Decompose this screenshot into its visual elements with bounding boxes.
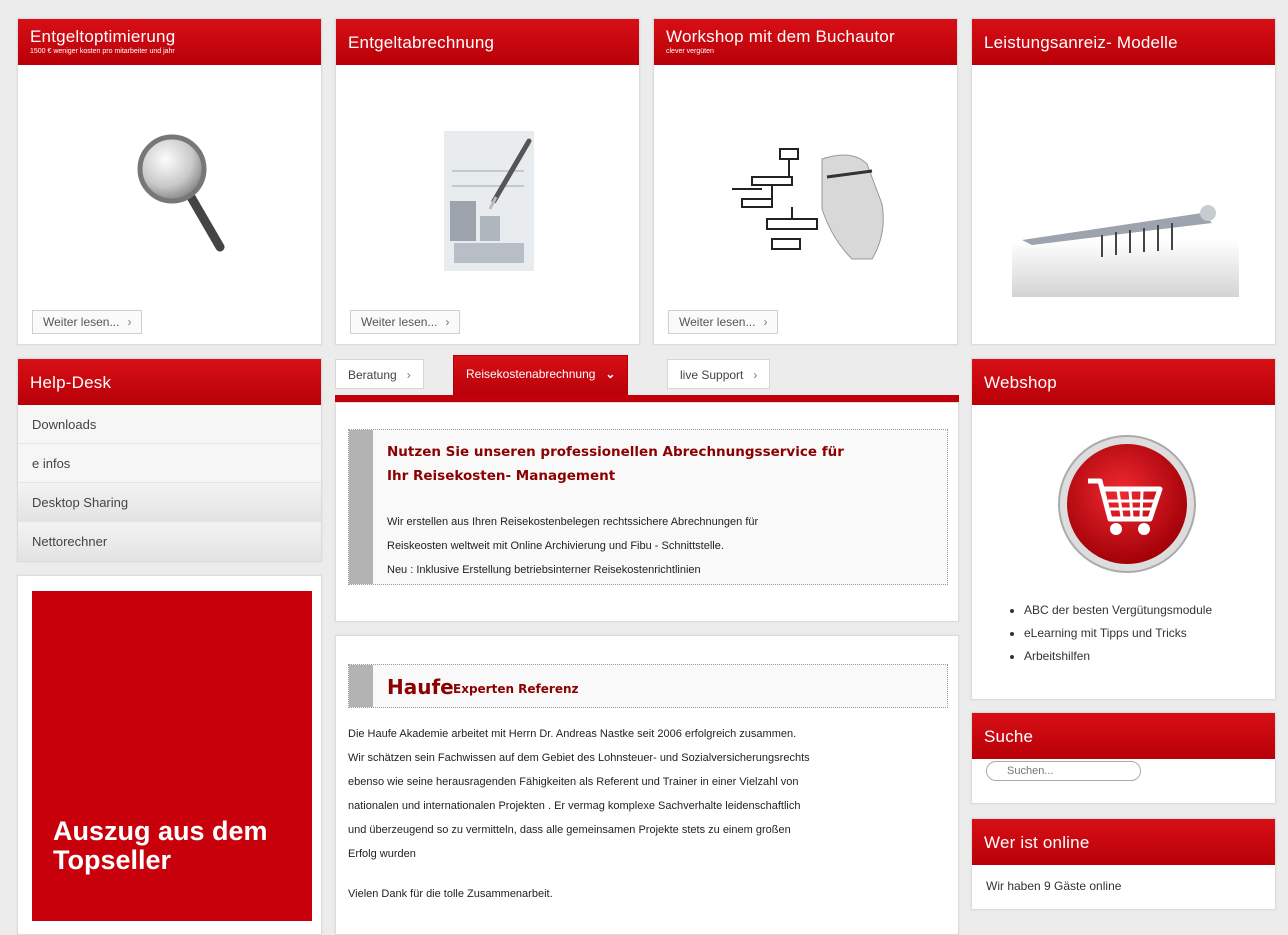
tab-strip: Beratung › Reisekostenabrechnung ⌄ live Su…	[335, 355, 959, 403]
card-subtitle: 1500 € weniger kosten pro mitarbeiter un…	[30, 48, 175, 55]
topseller-text-2: Topseller	[53, 845, 172, 875]
online-title: Wer ist online	[984, 833, 1090, 852]
accounting-pen-image	[444, 131, 534, 271]
reisekosten-heading: Nutzen Sie unseren professionellen Abrec…	[387, 444, 844, 460]
read-more-button[interactable]: Weiter lesen... ›	[32, 310, 143, 334]
reisekosten-text-2: Reiskeosten weltweit mit Online Archivie…	[387, 540, 724, 552]
haufe-text-line: Wir schätzen sein Fachwissen auf dem Geb…	[348, 752, 810, 764]
reisekosten-text-3: Neu : Inklusive Erstellung betriebsinter…	[387, 564, 701, 576]
card-subtitle: clever vergüten	[666, 48, 714, 55]
haufe-thanks: Vielen Dank für die tolle Zusammenarbeit…	[348, 888, 553, 900]
card-title: Workshop mit dem Buchautor	[666, 27, 895, 46]
read-more-button[interactable]: Weiter lesen... ›	[350, 310, 461, 334]
tab-underline	[335, 395, 959, 402]
helpdesk-item-einfos[interactable]: e infos	[18, 444, 321, 483]
haufe-text-line: ebenso wie seine herausragenden Fähigkei…	[348, 776, 799, 788]
topseller-text: Auszug aus dem	[53, 816, 268, 846]
team-carrying-pencil-image	[1012, 205, 1239, 297]
haufe-text-line: nationalen und internationalen Projekten…	[348, 800, 801, 812]
reisekosten-panel: Nutzen Sie unseren professionellen Abrec…	[335, 402, 959, 622]
webshop-title: Webshop	[984, 373, 1057, 392]
haufe-text-line: und überzeugend so zu vermitteln, dass a…	[348, 824, 791, 836]
notice-bar	[349, 430, 373, 584]
reisekosten-text: Wir erstellen aus Ihren Reisekostenbeleg…	[387, 516, 759, 528]
card-entgeltabrechnung: Entgeltabrechnung Weiter lesen... ›	[335, 18, 640, 345]
card-header: Entgeltoptimierung 1500 € weniger kosten…	[18, 19, 321, 65]
card-header: Leistungsanreiz- Modelle	[972, 19, 1275, 65]
read-more-button[interactable]: Weiter lesen... ›	[668, 310, 779, 334]
webshop-link[interactable]: ABC der besten Vergütungsmodule	[1024, 599, 1212, 622]
search-panel: Suche	[971, 712, 1276, 804]
tab-reisekostenabrechnung[interactable]: Reisekostenabrechnung ⌄	[453, 355, 629, 397]
card-title: Entgeltabrechnung	[348, 33, 495, 52]
webshop-header: Webshop	[972, 359, 1275, 405]
notice-bar	[349, 665, 373, 707]
online-panel: Wer ist online Wir haben 9 Gäste online	[971, 818, 1276, 910]
card-title: Entgeltoptimierung	[30, 27, 176, 46]
card-leistungsanreiz: Leistungsanreiz- Modelle	[971, 18, 1276, 345]
reisekosten-notice: Nutzen Sie unseren professionellen Abrec…	[348, 429, 948, 585]
haufe-text-line: Erfolg wurden	[348, 848, 416, 860]
card-title: Leistungsanreiz- Modelle	[984, 33, 1178, 52]
topseller-panel: Auszug aus dem Topseller	[17, 575, 322, 935]
online-text: Wir haben 9 Gäste online	[986, 879, 1122, 893]
helpdesk-title: Help-Desk	[30, 373, 112, 392]
helpdesk-panel: Help-Desk Downloads e infos Desktop Shar…	[17, 358, 322, 562]
online-header: Wer ist online	[972, 819, 1275, 865]
topseller-banner[interactable]: Auszug aus dem Topseller	[32, 591, 312, 921]
webshop-link[interactable]: Arbeitshilfen	[1024, 645, 1212, 668]
card-entgeltoptimierung: Entgeltoptimierung 1500 € weniger kosten…	[17, 18, 322, 345]
helpdesk-item-nettorechner[interactable]: Nettorechner	[18, 522, 321, 561]
search-title: Suche	[984, 727, 1034, 746]
flowchart-hand-image	[732, 148, 884, 260]
haufe-panel: Haufe Experten Referenz Die Haufe Akadem…	[335, 635, 959, 935]
tab-beratung[interactable]: Beratung ›	[335, 359, 424, 389]
helpdesk-header: Help-Desk	[18, 359, 321, 405]
haufe-tagline: Experten Referenz	[453, 682, 579, 696]
haufe-header: Haufe Experten Referenz	[348, 664, 948, 708]
helpdesk-item-desktop-sharing[interactable]: Desktop Sharing	[18, 483, 321, 522]
haufe-brand: Haufe	[387, 675, 454, 699]
search-input[interactable]	[986, 761, 1141, 781]
helpdesk-item-downloads[interactable]: Downloads	[18, 405, 321, 444]
webshop-panel: Webshop ABC der besten Vergütungsmodule …	[971, 358, 1276, 700]
card-header: Workshop mit dem Buchautor clever vergüt…	[654, 19, 957, 65]
haufe-text-line: Die Haufe Akademie arbeitet mit Herrn Dr…	[348, 728, 797, 740]
reisekosten-heading-2: Ihr Reisekosten- Management	[387, 468, 616, 484]
shopping-cart-icon[interactable]	[1056, 433, 1198, 575]
search-header: Suche	[972, 713, 1275, 759]
tab-live-support[interactable]: live Support ›	[667, 359, 771, 389]
webshop-link[interactable]: eLearning mit Tipps und Tricks	[1024, 622, 1212, 645]
card-header: Entgeltabrechnung	[336, 19, 639, 65]
magnifier-icon	[137, 134, 225, 252]
card-workshop: Workshop mit dem Buchautor clever vergüt…	[653, 18, 958, 345]
